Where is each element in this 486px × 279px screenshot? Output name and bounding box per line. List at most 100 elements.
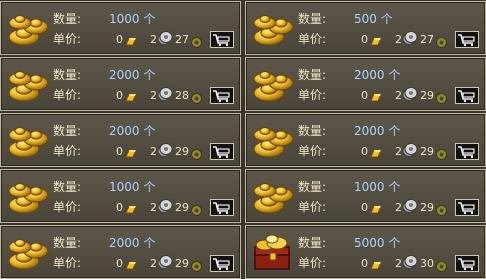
shopping-cart-icon	[458, 258, 475, 271]
quantity-value: 5000 个	[354, 236, 401, 250]
copper-price-value: 29	[420, 145, 434, 158]
shopping-cart-icon	[213, 146, 230, 159]
buy-button[interactable]	[455, 87, 479, 104]
unit-price-label: 单价:	[298, 200, 327, 214]
silver-coin-icon	[402, 254, 418, 270]
gold-bar-icon	[125, 32, 137, 46]
shopping-cart-icon	[213, 90, 230, 103]
buy-button[interactable]	[210, 143, 234, 160]
silver-coin-icon	[157, 86, 173, 102]
silver-price-value: 2	[150, 257, 157, 270]
quantity-label: 数量:	[53, 68, 82, 82]
quantity-value: 2000 个	[354, 68, 401, 82]
quantity-value: 2000 个	[109, 236, 156, 250]
shopping-cart-icon	[213, 258, 230, 271]
copper-price-value: 27	[420, 33, 434, 46]
gold-price-value: 0	[361, 257, 368, 270]
quantity-value: 2000 个	[109, 124, 156, 138]
silver-coin-icon	[402, 142, 418, 158]
copper-coin-icon	[436, 89, 447, 104]
shop-item-grid: 数量: 1000 个 单价: 0 2 27 数量: 500 个 单价: 0 2 …	[0, 0, 486, 279]
quantity-value: 1000 个	[109, 180, 156, 194]
gold-price-value: 0	[116, 89, 123, 102]
buy-button[interactable]	[210, 87, 234, 104]
gold-price-value: 0	[116, 257, 123, 270]
gold-price-value: 0	[361, 145, 368, 158]
silver-price-value: 2	[395, 257, 402, 270]
buy-button[interactable]	[455, 143, 479, 160]
unit-price-label: 单价:	[298, 144, 327, 158]
copper-coin-icon	[191, 33, 202, 48]
shopping-cart-icon	[213, 34, 230, 47]
shop-item-card[interactable]: 数量: 1000 个 单价: 0 2 29	[245, 169, 486, 223]
shop-item-card[interactable]: 数量: 2000 个 单价: 0 2 29	[0, 225, 241, 279]
copper-coin-icon	[191, 89, 202, 104]
silver-price-value: 2	[395, 201, 402, 214]
unit-price-label: 单价:	[298, 88, 327, 102]
gold-bar-icon	[125, 256, 137, 270]
copper-coin-icon	[436, 33, 447, 48]
copper-coin-icon	[436, 145, 447, 160]
gold-bar-icon	[370, 32, 382, 46]
shopping-cart-icon	[458, 34, 475, 47]
copper-price-value: 29	[420, 89, 434, 102]
quantity-value: 500 个	[354, 12, 393, 26]
silver-coin-icon	[402, 198, 418, 214]
copper-price-value: 29	[420, 201, 434, 214]
quantity-label: 数量:	[53, 124, 82, 138]
gold-bar-icon	[125, 200, 137, 214]
buy-button[interactable]	[210, 199, 234, 216]
gold-price-value: 0	[361, 201, 368, 214]
quantity-label: 数量:	[298, 236, 327, 250]
unit-price-label: 单价:	[298, 32, 327, 46]
buy-button[interactable]	[210, 31, 234, 48]
copper-price-value: 27	[175, 33, 189, 46]
gold-ingot-icon	[251, 9, 295, 49]
unit-price-label: 单价:	[53, 144, 82, 158]
copper-coin-icon	[191, 257, 202, 272]
silver-price-value: 2	[395, 89, 402, 102]
silver-price-value: 2	[150, 33, 157, 46]
copper-price-value: 30	[420, 257, 434, 270]
shop-item-card[interactable]: 数量: 2000 个 单价: 0 2 29	[245, 57, 486, 111]
buy-button[interactable]	[455, 255, 479, 272]
silver-coin-icon	[157, 198, 173, 214]
gold-price-value: 0	[116, 201, 123, 214]
buy-button[interactable]	[455, 31, 479, 48]
gold-ingot-icon	[6, 65, 50, 105]
quantity-value: 2000 个	[109, 68, 156, 82]
quantity-label: 数量:	[298, 180, 327, 194]
shop-item-card[interactable]: 数量: 2000 个 单价: 0 2 28	[0, 57, 241, 111]
gold-price-value: 0	[116, 33, 123, 46]
quantity-label: 数量:	[298, 12, 327, 26]
gold-bar-icon	[370, 256, 382, 270]
shop-item-card[interactable]: 数量: 1000 个 单价: 0 2 27	[0, 1, 241, 55]
unit-price-label: 单价:	[53, 88, 82, 102]
silver-coin-icon	[157, 254, 173, 270]
gold-ingot-icon	[251, 65, 295, 105]
silver-price-value: 2	[150, 201, 157, 214]
gold-price-value: 0	[361, 89, 368, 102]
shop-item-card[interactable]: 数量: 2000 个 单价: 0 2 29	[0, 113, 241, 167]
buy-button[interactable]	[210, 255, 234, 272]
shop-item-card[interactable]: 数量: 500 个 单价: 0 2 27	[245, 1, 486, 55]
copper-coin-icon	[191, 145, 202, 160]
copper-coin-icon	[191, 201, 202, 216]
gold-bar-icon	[125, 144, 137, 158]
gold-ingot-icon	[6, 9, 50, 49]
silver-price-value: 2	[395, 33, 402, 46]
shop-item-card[interactable]: 数量: 5000 个 单价: 0 2 30	[245, 225, 486, 279]
quantity-value: 2000 个	[354, 124, 401, 138]
silver-coin-icon	[402, 30, 418, 46]
copper-price-value: 29	[175, 201, 189, 214]
shop-item-card[interactable]: 数量: 2000 个 单价: 0 2 29	[245, 113, 486, 167]
quantity-label: 数量:	[53, 180, 82, 194]
unit-price-label: 单价:	[298, 256, 327, 270]
gold-ingot-icon	[6, 121, 50, 161]
copper-price-value: 29	[175, 257, 189, 270]
unit-price-label: 单价:	[53, 256, 82, 270]
buy-button[interactable]	[455, 199, 479, 216]
gold-ingot-icon	[6, 233, 50, 273]
gold-ingot-icon	[251, 121, 295, 161]
shop-item-card[interactable]: 数量: 1000 个 单价: 0 2 29	[0, 169, 241, 223]
